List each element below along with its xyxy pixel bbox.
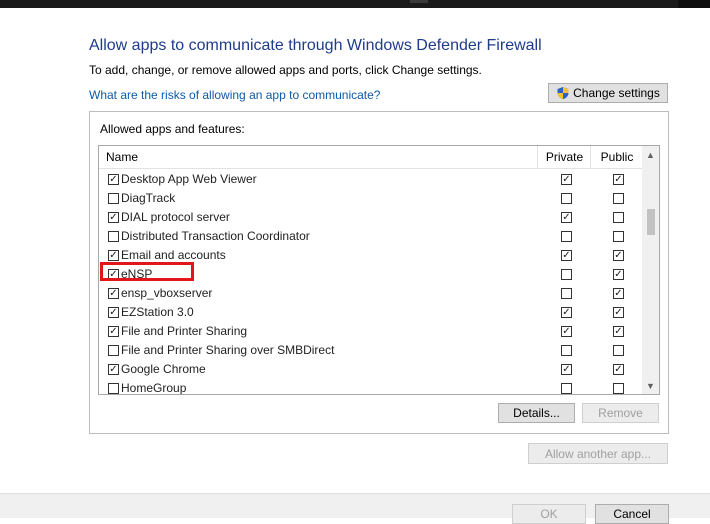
change-settings-button[interactable]: Change settings bbox=[548, 83, 668, 103]
public-checkbox[interactable] bbox=[613, 212, 624, 223]
app-name: Desktop App Web Viewer bbox=[121, 172, 257, 186]
app-enabled-checkbox[interactable] bbox=[108, 231, 119, 242]
app-enabled-checkbox[interactable]: ✓ bbox=[108, 212, 119, 223]
list-item[interactable]: HomeGroup bbox=[99, 379, 642, 394]
private-checkbox[interactable]: ✓ bbox=[561, 174, 572, 185]
top-bar-corner bbox=[678, 0, 710, 8]
list-item[interactable]: ✓ ensp_vboxserver ✓ bbox=[99, 284, 642, 303]
list-header: Name Private Public bbox=[99, 146, 642, 169]
scroll-down-icon[interactable]: ▼ bbox=[642, 377, 659, 394]
allowed-apps-group: Allowed apps and features: Name Private … bbox=[89, 111, 669, 434]
public-checkbox[interactable]: ✓ bbox=[613, 288, 624, 299]
public-checkbox[interactable]: ✓ bbox=[613, 250, 624, 261]
app-name: File and Printer Sharing over SMBDirect bbox=[121, 343, 335, 357]
change-settings-label: Change settings bbox=[573, 86, 660, 100]
private-checkbox[interactable] bbox=[561, 383, 572, 394]
app-enabled-checkbox[interactable]: ✓ bbox=[108, 326, 119, 337]
list-item[interactable]: DiagTrack bbox=[99, 189, 642, 208]
page-title: Allow apps to communicate through Window… bbox=[89, 37, 542, 54]
app-enabled-checkbox[interactable]: ✓ bbox=[108, 250, 119, 261]
top-bar-fragment bbox=[410, 0, 428, 3]
app-rows: ✓ Desktop App Web Viewer ✓ ✓ DiagTrack ✓ DIAL … bbox=[99, 170, 642, 394]
public-checkbox[interactable]: ✓ bbox=[613, 326, 624, 337]
private-checkbox[interactable]: ✓ bbox=[561, 307, 572, 318]
app-enabled-checkbox[interactable] bbox=[108, 345, 119, 356]
app-name: ensp_vboxserver bbox=[121, 286, 213, 300]
public-checkbox[interactable]: ✓ bbox=[613, 269, 624, 280]
public-checkbox[interactable] bbox=[613, 345, 624, 356]
private-checkbox[interactable] bbox=[561, 231, 572, 242]
page-description: To add, change, or remove allowed apps a… bbox=[89, 63, 482, 77]
app-name: Google Chrome bbox=[121, 362, 206, 376]
private-checkbox[interactable]: ✓ bbox=[561, 364, 572, 375]
app-name: Email and accounts bbox=[121, 248, 226, 262]
list-item[interactable]: ✓ eNSP ✓ bbox=[99, 262, 642, 284]
app-name: File and Printer Sharing bbox=[121, 324, 248, 338]
public-checkbox[interactable] bbox=[613, 193, 624, 204]
public-checkbox[interactable] bbox=[613, 383, 624, 394]
app-enabled-checkbox[interactable] bbox=[108, 193, 119, 204]
scroll-up-icon[interactable]: ▲ bbox=[642, 146, 659, 163]
list-item[interactable]: ✓ EZStation 3.0 ✓ ✓ bbox=[99, 303, 642, 322]
list-item[interactable]: File and Printer Sharing over SMBDirect bbox=[99, 341, 642, 360]
app-enabled-checkbox[interactable]: ✓ bbox=[108, 307, 119, 318]
public-checkbox[interactable]: ✓ bbox=[613, 364, 624, 375]
public-checkbox[interactable]: ✓ bbox=[613, 307, 624, 318]
private-checkbox[interactable]: ✓ bbox=[561, 212, 572, 223]
column-header-public[interactable]: Public bbox=[590, 146, 643, 168]
app-name: HomeGroup bbox=[121, 381, 187, 394]
allow-another-app-button[interactable]: Allow another app... bbox=[528, 443, 668, 464]
ok-button[interactable]: OK bbox=[512, 504, 586, 524]
column-header-name[interactable]: Name bbox=[106, 150, 138, 164]
window-top-bar bbox=[0, 0, 710, 8]
list-item[interactable]: ✓ File and Printer Sharing ✓ ✓ bbox=[99, 322, 642, 341]
uac-shield-icon bbox=[556, 86, 570, 100]
list-item[interactable]: Distributed Transaction Coordinator bbox=[99, 227, 642, 246]
app-name: Distributed Transaction Coordinator bbox=[121, 229, 310, 243]
public-checkbox[interactable] bbox=[613, 231, 624, 242]
public-checkbox[interactable]: ✓ bbox=[613, 174, 624, 185]
remove-button[interactable]: Remove bbox=[582, 403, 659, 423]
private-checkbox[interactable]: ✓ bbox=[561, 326, 572, 337]
allowed-apps-label: Allowed apps and features: bbox=[100, 122, 245, 136]
highlight-annotation bbox=[100, 262, 194, 281]
private-checkbox[interactable] bbox=[561, 193, 572, 204]
apps-list[interactable]: Name Private Public ✓ Desktop App Web Vie… bbox=[98, 145, 660, 395]
list-item[interactable]: ✓ DIAL protocol server ✓ bbox=[99, 208, 642, 227]
private-checkbox[interactable] bbox=[561, 269, 572, 280]
app-enabled-checkbox[interactable]: ✓ bbox=[108, 174, 119, 185]
app-name: DIAL protocol server bbox=[121, 210, 230, 224]
app-name: DiagTrack bbox=[121, 191, 176, 205]
list-item[interactable]: ✓ Google Chrome ✓ ✓ bbox=[99, 360, 642, 379]
private-checkbox[interactable] bbox=[561, 288, 572, 299]
list-item[interactable]: ✓ Desktop App Web Viewer ✓ ✓ bbox=[99, 170, 642, 189]
risks-link[interactable]: What are the risks of allowing an app to… bbox=[89, 88, 380, 102]
private-checkbox[interactable] bbox=[561, 345, 572, 356]
vertical-scrollbar[interactable]: ▲ ▼ bbox=[642, 146, 659, 394]
app-enabled-checkbox[interactable]: ✓ bbox=[108, 364, 119, 375]
private-checkbox[interactable]: ✓ bbox=[561, 250, 572, 261]
app-name: EZStation 3.0 bbox=[121, 305, 194, 319]
column-header-private[interactable]: Private bbox=[537, 146, 591, 168]
details-button[interactable]: Details... bbox=[498, 403, 575, 423]
app-enabled-checkbox[interactable] bbox=[108, 383, 119, 394]
cancel-button[interactable]: Cancel bbox=[595, 504, 669, 524]
scroll-thumb[interactable] bbox=[647, 209, 655, 235]
app-enabled-checkbox[interactable]: ✓ bbox=[108, 288, 119, 299]
